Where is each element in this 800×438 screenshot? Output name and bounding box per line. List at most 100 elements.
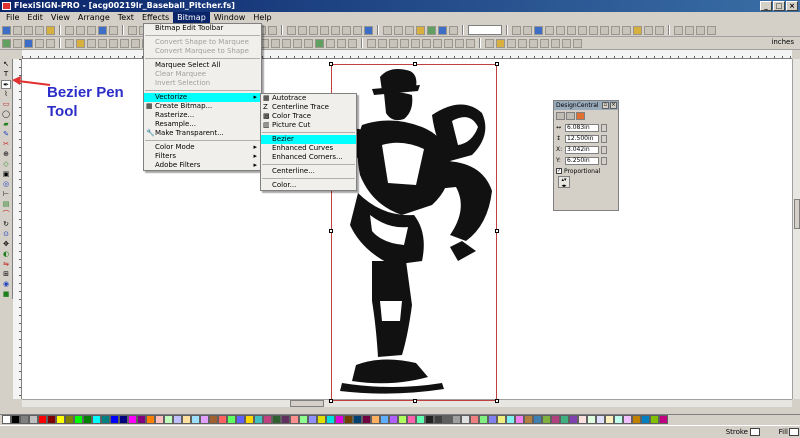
toolbar-button-icon[interactable] [444, 38, 453, 48]
selection-handle[interactable] [329, 62, 333, 66]
distort-tool-icon[interactable]: ◇ [1, 160, 11, 169]
color-swatch[interactable] [164, 415, 173, 424]
submenu-item-color-trace[interactable]: ▩ Color Trace [261, 112, 356, 121]
color-swatch[interactable] [290, 415, 299, 424]
color-swatch[interactable] [398, 415, 407, 424]
toolbar-button-icon[interactable] [309, 25, 318, 35]
toolbar-button-icon[interactable] [282, 38, 291, 48]
color-swatch[interactable] [542, 415, 551, 424]
menu-item-make-transparent[interactable]: 🔧 Make Transparent... [144, 129, 261, 138]
color-swatch[interactable] [236, 415, 245, 424]
toolbar-button-icon[interactable] [422, 38, 431, 48]
toolbar-button-icon[interactable] [507, 38, 516, 48]
menu-item-convert-shape-to-marquee[interactable]: Convert Shape to Marquee [144, 38, 261, 47]
anchor-grid-icon[interactable]: ▴▾ ◂▸ [558, 176, 570, 189]
color-swatch[interactable] [128, 415, 137, 424]
menu-text[interactable]: Text [114, 12, 138, 24]
toolbar-button-icon[interactable] [367, 38, 376, 48]
color-swatch[interactable] [461, 415, 470, 424]
toolbar-button-icon[interactable] [674, 25, 683, 35]
toolbar-button-icon[interactable] [551, 38, 560, 48]
pan-tool-icon[interactable]: ✥ [1, 240, 11, 249]
color-swatch[interactable] [416, 415, 425, 424]
toolbar-button-icon[interactable] [655, 25, 664, 35]
color-swatch[interactable] [56, 415, 65, 424]
menu-item-vectorize[interactable]: Vectorize ▸ [144, 93, 261, 102]
toolbar-button-icon[interactable] [76, 38, 85, 48]
color-swatch[interactable] [191, 415, 200, 424]
color-swatch[interactable] [344, 415, 353, 424]
toolbar-button-icon[interactable] [24, 38, 33, 48]
color-swatch[interactable] [335, 415, 344, 424]
color-swatch[interactable] [263, 415, 272, 424]
color-swatch[interactable] [641, 415, 650, 424]
color-swatch[interactable] [92, 415, 101, 424]
minimize-button[interactable]: _ [760, 1, 772, 11]
node-edit-tool-icon[interactable]: ⌇ [1, 90, 11, 99]
color-swatch[interactable] [425, 415, 434, 424]
toolbar-button-icon[interactable] [268, 25, 277, 35]
toolbar-button-icon[interactable] [540, 38, 549, 48]
toolbar-button-icon[interactable] [46, 25, 55, 35]
toolbar-button-icon[interactable] [400, 38, 409, 48]
selection-handle[interactable] [413, 62, 417, 66]
toolbar-button-icon[interactable] [76, 25, 85, 35]
selection-handle[interactable] [413, 399, 417, 403]
toolbar-button-icon[interactable] [315, 38, 324, 48]
menu-item-color-mode[interactable]: Color Mode ▸ [144, 143, 261, 152]
toolbar-button-icon[interactable] [518, 38, 527, 48]
color-swatch[interactable] [101, 415, 110, 424]
toolbar-button-icon[interactable] [353, 25, 362, 35]
color-swatch[interactable] [245, 415, 254, 424]
color-swatch[interactable] [20, 415, 29, 424]
gradient-tool-icon[interactable]: ▤ [1, 200, 11, 209]
toolbar-button-icon[interactable] [707, 25, 716, 35]
toolbar-button-icon[interactable] [337, 38, 346, 48]
toolbar-button-icon[interactable] [433, 38, 442, 48]
toolbar-button-icon[interactable] [131, 38, 140, 48]
selection-handle[interactable] [495, 229, 499, 233]
color-swatch[interactable] [353, 415, 362, 424]
color-swatch[interactable] [272, 415, 281, 424]
toolbar-field[interactable] [468, 25, 502, 35]
color-swatch[interactable] [11, 415, 20, 424]
toolbar-button-icon[interactable] [573, 38, 582, 48]
toolbar-button-icon[interactable] [438, 25, 447, 35]
color-swatch[interactable] [65, 415, 74, 424]
toolbar-button-icon[interactable] [2, 25, 11, 35]
mirror-tool-icon[interactable]: ⇋ [1, 260, 11, 269]
toolbar-button-icon[interactable] [128, 25, 137, 35]
color-swatch[interactable] [227, 415, 236, 424]
color-swatch[interactable] [587, 415, 596, 424]
color-swatch[interactable] [443, 415, 452, 424]
y-spinner[interactable] [601, 156, 607, 165]
color-swatch[interactable] [623, 415, 632, 424]
menu-item-create-bitmap[interactable]: ▦ Create Bitmap... [144, 102, 261, 111]
vertical-scroll-thumb[interactable] [794, 199, 800, 229]
height-spinner[interactable] [601, 134, 607, 143]
toolbar-button-icon[interactable] [644, 25, 653, 35]
toolbar-button-icon[interactable] [13, 25, 22, 35]
menu-item-marquee-select-all[interactable]: Marquee Select All [144, 61, 261, 70]
toolbar-button-icon[interactable] [567, 25, 576, 35]
toolbar-button-icon[interactable] [405, 25, 414, 35]
tab-position-icon[interactable] [556, 112, 565, 120]
proportional-checkbox[interactable]: ✓ [556, 168, 562, 174]
submenu-item-color[interactable]: Color... [261, 181, 356, 190]
selection-handle[interactable] [329, 229, 333, 233]
rectangle-tool-icon[interactable]: ▭ [1, 100, 11, 109]
color-swatch[interactable] [47, 415, 56, 424]
ellipse-tool-icon[interactable]: ◯ [1, 110, 11, 119]
toolbar-button-icon[interactable] [87, 38, 96, 48]
color-swatch[interactable] [218, 415, 227, 424]
toolbar-button-icon[interactable] [120, 38, 129, 48]
toolbar-button-icon[interactable] [46, 38, 55, 48]
panel-title-bar[interactable]: DesignCentral ▫ × [554, 101, 618, 110]
color-swatch[interactable] [596, 415, 605, 424]
menu-file[interactable]: File [2, 12, 23, 24]
toolbar-button-icon[interactable] [98, 25, 107, 35]
menu-item-clear-marquee[interactable]: Clear Marquee [144, 70, 261, 79]
selection-handle[interactable] [495, 399, 499, 403]
color-swatch[interactable] [407, 415, 416, 424]
selection-handle[interactable] [329, 399, 333, 403]
